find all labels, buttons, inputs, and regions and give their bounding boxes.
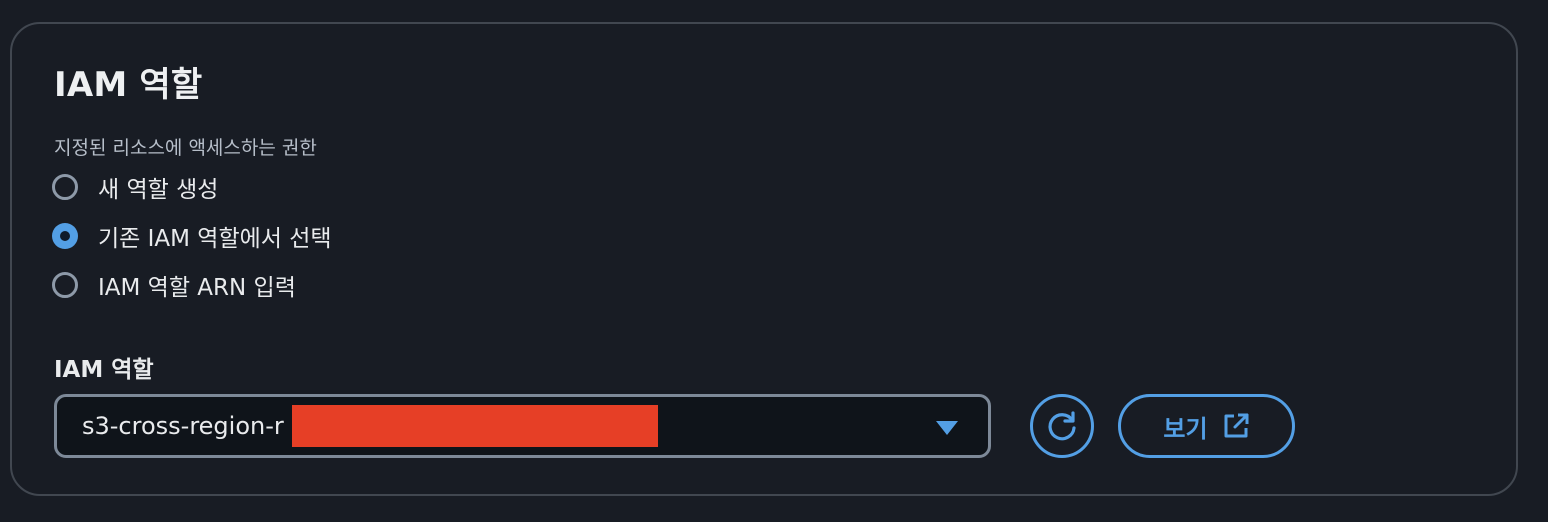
redaction-block [292, 405, 658, 447]
radio-button-unchecked[interactable] [52, 272, 78, 298]
panel-title: IAM 역할 [54, 65, 203, 105]
radio-button-unchecked[interactable] [52, 174, 78, 200]
panel-description: 지정된 리소스에 액세스하는 권한 [54, 137, 317, 159]
iam-role-select[interactable]: s3-cross-region-r [54, 394, 991, 458]
radio-option-create-new-role[interactable]: 새 역할 생성 [52, 172, 332, 203]
iam-role-selected-value: s3-cross-region-r [82, 412, 284, 440]
radio-button-checked[interactable] [52, 223, 78, 249]
caret-down-icon [936, 421, 958, 435]
radio-option-choose-existing-role[interactable]: 기존 IAM 역할에서 선택 [52, 221, 332, 252]
role-source-radio-group: 새 역할 생성 기존 IAM 역할에서 선택 IAM 역할 ARN 입력 [52, 172, 332, 319]
radio-option-enter-role-arn[interactable]: IAM 역할 ARN 입력 [52, 270, 332, 301]
external-link-icon [1222, 412, 1250, 440]
radio-option-label: 새 역할 생성 [98, 177, 219, 203]
refresh-button[interactable] [1030, 394, 1094, 458]
radio-option-label: 기존 IAM 역할에서 선택 [98, 226, 332, 252]
view-role-button[interactable]: 보기 [1118, 394, 1295, 458]
view-button-label: 보기 [1163, 414, 1208, 443]
iam-role-panel: IAM 역할 지정된 리소스에 액세스하는 권한 새 역할 생성 기존 IAM … [10, 22, 1518, 496]
iam-role-field-label: IAM 역할 [54, 357, 154, 383]
refresh-icon [1045, 409, 1079, 443]
radio-option-label: IAM 역할 ARN 입력 [98, 275, 296, 301]
